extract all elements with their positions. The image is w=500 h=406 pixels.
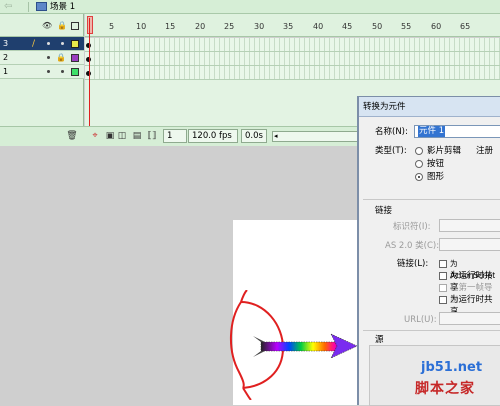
onion-outline-icon[interactable]: ◫ bbox=[116, 130, 128, 142]
layer-number: 1 bbox=[3, 67, 9, 76]
identifier-input[interactable] bbox=[439, 219, 500, 232]
visibility-dot[interactable] bbox=[47, 42, 50, 45]
playhead[interactable] bbox=[89, 18, 90, 138]
checkbox-runtime-share-export[interactable] bbox=[439, 272, 447, 280]
timeline-scrollbar[interactable]: ◂ bbox=[272, 131, 360, 142]
pencil-icon: / bbox=[32, 39, 36, 49]
ruler-tick: 30 bbox=[254, 22, 265, 31]
scene-icon bbox=[36, 2, 47, 11]
checkbox-export-first-frame[interactable] bbox=[439, 284, 447, 292]
name-input[interactable]: 元件 1 bbox=[414, 125, 500, 138]
layer-color-swatch[interactable] bbox=[71, 40, 79, 48]
convert-symbol-dialog: 转换为元件 名称(N): 元件 1 类型(T): 影片剪辑 注册 按钮 图形 链… bbox=[357, 96, 500, 406]
frame-ruler[interactable]: 5 10 15 20 25 30 35 40 45 50 55 60 65 bbox=[85, 14, 500, 37]
registration-label: 注册 bbox=[476, 146, 494, 156]
lock-icon[interactable]: 🔒 bbox=[57, 21, 67, 31]
divider bbox=[363, 330, 500, 331]
type-label: 类型(T): bbox=[375, 146, 407, 156]
identifier-label: 标识符(I): bbox=[393, 222, 431, 232]
radio-movieclip[interactable] bbox=[415, 147, 423, 155]
eye-icon[interactable]: 👁 bbox=[42, 21, 52, 31]
ruler-tick: 45 bbox=[342, 22, 353, 31]
name-label: 名称(N): bbox=[375, 127, 408, 137]
row-divider bbox=[85, 51, 500, 52]
ruler-tick: 65 bbox=[460, 22, 471, 31]
radio-button[interactable] bbox=[415, 160, 423, 168]
watermark-site: jb51.net bbox=[421, 360, 483, 375]
ruler-tick: 55 bbox=[401, 22, 412, 31]
as-class-label: AS 2.0 类(C): bbox=[385, 241, 440, 251]
outline-square-icon[interactable] bbox=[71, 22, 79, 30]
ruler-tick: 60 bbox=[431, 22, 442, 31]
ruler-tick: 20 bbox=[195, 22, 206, 31]
scene-bar: ⇦ 场景 1 bbox=[0, 0, 500, 14]
as-class-input[interactable] bbox=[439, 238, 500, 251]
ruler-tick: 35 bbox=[283, 22, 294, 31]
checkbox-export-actionscript[interactable] bbox=[439, 260, 447, 268]
center-frame-icon[interactable]: ⌖ bbox=[89, 130, 101, 142]
ruler-tick: 10 bbox=[136, 22, 147, 31]
lock-dot[interactable] bbox=[61, 42, 64, 45]
left-arrow-icon[interactable]: ⇦ bbox=[4, 1, 18, 13]
layer-number: 3 bbox=[3, 39, 9, 48]
current-frame: 1 bbox=[163, 129, 187, 143]
ruler-tick: 50 bbox=[372, 22, 383, 31]
scene-label[interactable]: 场景 1 bbox=[50, 1, 75, 13]
lock-icon[interactable]: 🔒 bbox=[56, 52, 66, 64]
type-option-movieclip[interactable]: 影片剪辑 bbox=[427, 145, 461, 157]
type-option-graphic[interactable]: 图形 bbox=[427, 171, 444, 183]
visibility-dot[interactable] bbox=[47, 56, 50, 59]
rainbow-arrow[interactable] bbox=[253, 333, 358, 359]
frame-rate[interactable]: 120.0 fps bbox=[188, 129, 238, 143]
stage-drawing[interactable] bbox=[225, 290, 365, 400]
playhead-handle[interactable] bbox=[87, 16, 93, 34]
layer-row-1[interactable]: 1 bbox=[0, 65, 84, 79]
ruler-tick: 15 bbox=[165, 22, 176, 31]
trash-icon[interactable]: 🗑 bbox=[66, 130, 78, 142]
elapsed-time: 0.0s bbox=[241, 129, 267, 143]
layer-row-3[interactable]: 3 / bbox=[0, 37, 84, 51]
type-option-button[interactable]: 按钮 bbox=[427, 158, 444, 170]
visibility-dot[interactable] bbox=[47, 70, 50, 73]
ruler-tick: 40 bbox=[313, 22, 324, 31]
watermark-brand: 脚本之家 bbox=[415, 381, 475, 397]
edit-multiple-icon[interactable]: ▤ bbox=[131, 130, 143, 142]
ruler-tick: 25 bbox=[224, 22, 235, 31]
layer-number: 2 bbox=[3, 53, 9, 62]
layer-header: 👁 🔒 bbox=[0, 14, 84, 37]
url-label: URL(U): bbox=[404, 315, 437, 325]
onion-markers-icon[interactable]: ⟦⟧ bbox=[146, 130, 158, 142]
row-divider bbox=[85, 65, 500, 66]
divider bbox=[363, 199, 500, 200]
separator bbox=[28, 2, 29, 12]
name-value: 元件 1 bbox=[418, 126, 446, 137]
scroll-left-icon[interactable]: ◂ bbox=[274, 133, 281, 140]
frame-grid[interactable] bbox=[85, 38, 500, 80]
linkage-label: 链接(L): bbox=[397, 259, 429, 269]
radio-graphic[interactable] bbox=[415, 173, 423, 181]
ruler-tick: 5 bbox=[109, 22, 115, 31]
layer-color-swatch[interactable] bbox=[71, 54, 79, 62]
url-input[interactable] bbox=[439, 312, 500, 325]
layer-row-2[interactable]: 2 🔒 bbox=[0, 51, 84, 65]
checkbox-runtime-share-import[interactable] bbox=[439, 296, 447, 304]
lock-dot[interactable] bbox=[61, 70, 64, 73]
layer-color-swatch[interactable] bbox=[71, 68, 79, 76]
onion-skin-icon[interactable]: ▣ bbox=[104, 130, 116, 142]
linkage-section-title: 链接 bbox=[375, 206, 393, 216]
dialog-title: 转换为元件 bbox=[359, 97, 500, 117]
